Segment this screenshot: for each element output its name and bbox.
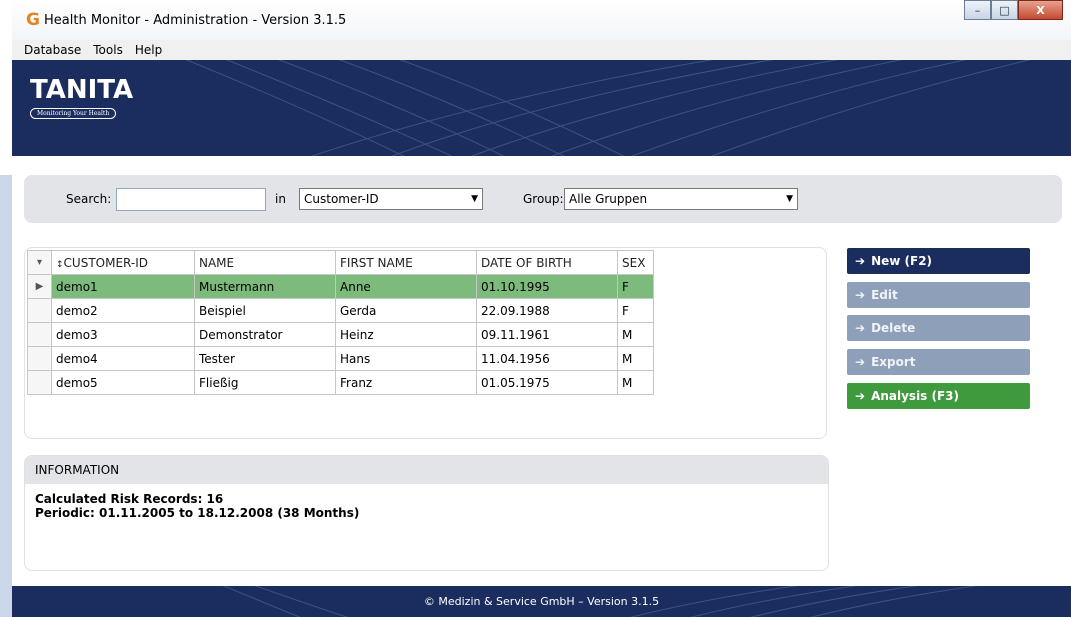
arrow-right-icon: ➔ (855, 288, 866, 302)
new-button[interactable]: ➔ New (F2) (847, 248, 1030, 274)
sort-icon: ↕ (56, 259, 64, 270)
cell-date-of-birth: 11.04.1956 (476, 346, 618, 371)
logo-wordmark: TANITA (30, 75, 134, 105)
row-selector (27, 346, 52, 371)
export-button-label: Export (871, 355, 916, 369)
arrow-right-icon: ➔ (855, 254, 866, 268)
minimize-button[interactable]: – (964, 0, 991, 20)
window-controls: – □ X (964, 0, 1063, 20)
footer-bar: © Medizin & Service GmbH – Version 3.1.5 (12, 586, 1071, 617)
table-header-row: ▾ ↕CUSTOMER-ID NAME FIRST NAME DATE OF B… (27, 250, 654, 275)
header-banner: TANITA Monitoring Your Health (12, 60, 1071, 156)
cell-sex: M (617, 370, 654, 395)
cell-date-of-birth: 01.05.1975 (476, 370, 618, 395)
cell-customer-id: demo2 (51, 298, 195, 323)
cell-sex: F (617, 274, 654, 299)
cell-first-name: Hans (335, 346, 477, 371)
table-row[interactable]: demo2 Beispiel Gerda 22.09.1988 F (27, 298, 654, 323)
group-select-value: Alle Gruppen (569, 192, 648, 206)
cell-name: Fließig (194, 370, 336, 395)
cell-first-name: Gerda (335, 298, 477, 323)
maximize-button[interactable]: □ (991, 0, 1018, 20)
app-window: G Health Monitor - Administration - Vers… (0, 0, 1071, 617)
row-selector-header-icon[interactable]: ▾ (27, 250, 52, 275)
cell-customer-id: demo1 (51, 274, 195, 299)
arrow-right-icon: ➔ (855, 321, 866, 335)
search-field-select[interactable]: Customer-ID ▼ (299, 188, 483, 210)
analysis-button[interactable]: ➔ Analysis (F3) (847, 383, 1030, 409)
menu-bar: Database Tools Help (12, 40, 1071, 60)
calculated-risk-records: Calculated Risk Records: 16 (35, 492, 224, 506)
row-selector (27, 370, 52, 395)
banner-arcs (185, 60, 1031, 156)
table-row[interactable]: demo4 Tester Hans 11.04.1956 M (27, 346, 654, 371)
tanita-logo: TANITA Monitoring Your Health (30, 76, 133, 119)
cell-first-name: Heinz (335, 322, 477, 347)
window-frame-edge (0, 175, 12, 617)
table-row[interactable]: demo5 Fließig Franz 01.05.1975 M (27, 370, 654, 395)
customer-table: ▾ ↕CUSTOMER-ID NAME FIRST NAME DATE OF B… (27, 250, 654, 395)
title-bar[interactable]: G Health Monitor - Administration - Vers… (12, 0, 1071, 40)
column-header-name[interactable]: NAME (194, 250, 336, 275)
information-header: INFORMATION (25, 456, 828, 484)
app-logo-icon: G (26, 10, 40, 30)
cell-sex: M (617, 322, 654, 347)
column-header-date-of-birth[interactable]: DATE OF BIRTH (476, 250, 618, 275)
analysis-button-label: Analysis (F3) (871, 389, 960, 403)
cell-first-name: Franz (335, 370, 477, 395)
menu-help[interactable]: Help (135, 43, 162, 57)
cell-name: Beispiel (194, 298, 336, 323)
chevron-down-icon: ▼ (471, 194, 478, 204)
cell-customer-id: demo3 (51, 322, 195, 347)
chevron-down-icon: ▼ (786, 194, 793, 204)
cell-name: Tester (194, 346, 336, 371)
search-in-label: in (275, 192, 286, 206)
export-button[interactable]: ➔ Export (847, 349, 1030, 375)
menu-tools[interactable]: Tools (93, 43, 123, 57)
cell-name: Demonstrator (194, 322, 336, 347)
search-input[interactable] (116, 188, 266, 211)
cell-customer-id: demo4 (51, 346, 195, 371)
row-selector (27, 322, 52, 347)
menu-database[interactable]: Database (24, 43, 81, 57)
customer-grid-panel: ▾ ↕CUSTOMER-ID NAME FIRST NAME DATE OF B… (24, 247, 827, 439)
logo-tagline: Monitoring Your Health (30, 108, 117, 119)
cell-date-of-birth: 09.11.1961 (476, 322, 618, 347)
cell-first-name: Anne (335, 274, 477, 299)
close-button[interactable]: X (1018, 0, 1063, 20)
arrow-right-icon: ➔ (855, 389, 866, 403)
column-header-customer-id[interactable]: ↕CUSTOMER-ID (51, 250, 195, 275)
cell-name: Mustermann (194, 274, 336, 299)
new-button-label: New (F2) (871, 254, 933, 268)
window-title: Health Monitor - Administration - Versio… (44, 13, 347, 28)
footer-copyright: © Medizin & Service GmbH – Version 3.1.5 (423, 595, 660, 608)
search-label: Search: (66, 192, 112, 206)
group-label: Group: (523, 192, 564, 206)
cell-date-of-birth: 01.10.1995 (476, 274, 618, 299)
delete-button-label: Delete (871, 321, 916, 335)
column-header-first-name[interactable]: FIRST NAME (335, 250, 477, 275)
cell-sex: F (617, 298, 654, 323)
arrow-right-icon: ➔ (855, 355, 866, 369)
edit-button[interactable]: ➔ Edit (847, 282, 1030, 308)
cell-customer-id: demo5 (51, 370, 195, 395)
table-row[interactable]: demo3 Demonstrator Heinz 09.11.1961 M (27, 322, 654, 347)
delete-button[interactable]: ➔ Delete (847, 315, 1030, 341)
information-panel: INFORMATION Calculated Risk Records: 16 … (24, 455, 829, 571)
search-field-value: Customer-ID (304, 192, 379, 206)
edit-button-label: Edit (871, 288, 898, 302)
group-select[interactable]: Alle Gruppen ▼ (564, 188, 798, 210)
column-header-sex[interactable]: SEX (617, 250, 654, 275)
cell-date-of-birth: 22.09.1988 (476, 298, 618, 323)
periodic-range: Periodic: 01.11.2005 to 18.12.2008 (38 M… (35, 506, 360, 520)
cell-sex: M (617, 346, 654, 371)
current-row-icon: ▶ (27, 274, 52, 299)
row-selector (27, 298, 52, 323)
search-panel: Search: in Customer-ID ▼ Group: Alle Gru… (24, 175, 1062, 223)
table-row[interactable]: ▶ demo1 Mustermann Anne 01.10.1995 F (27, 274, 654, 299)
